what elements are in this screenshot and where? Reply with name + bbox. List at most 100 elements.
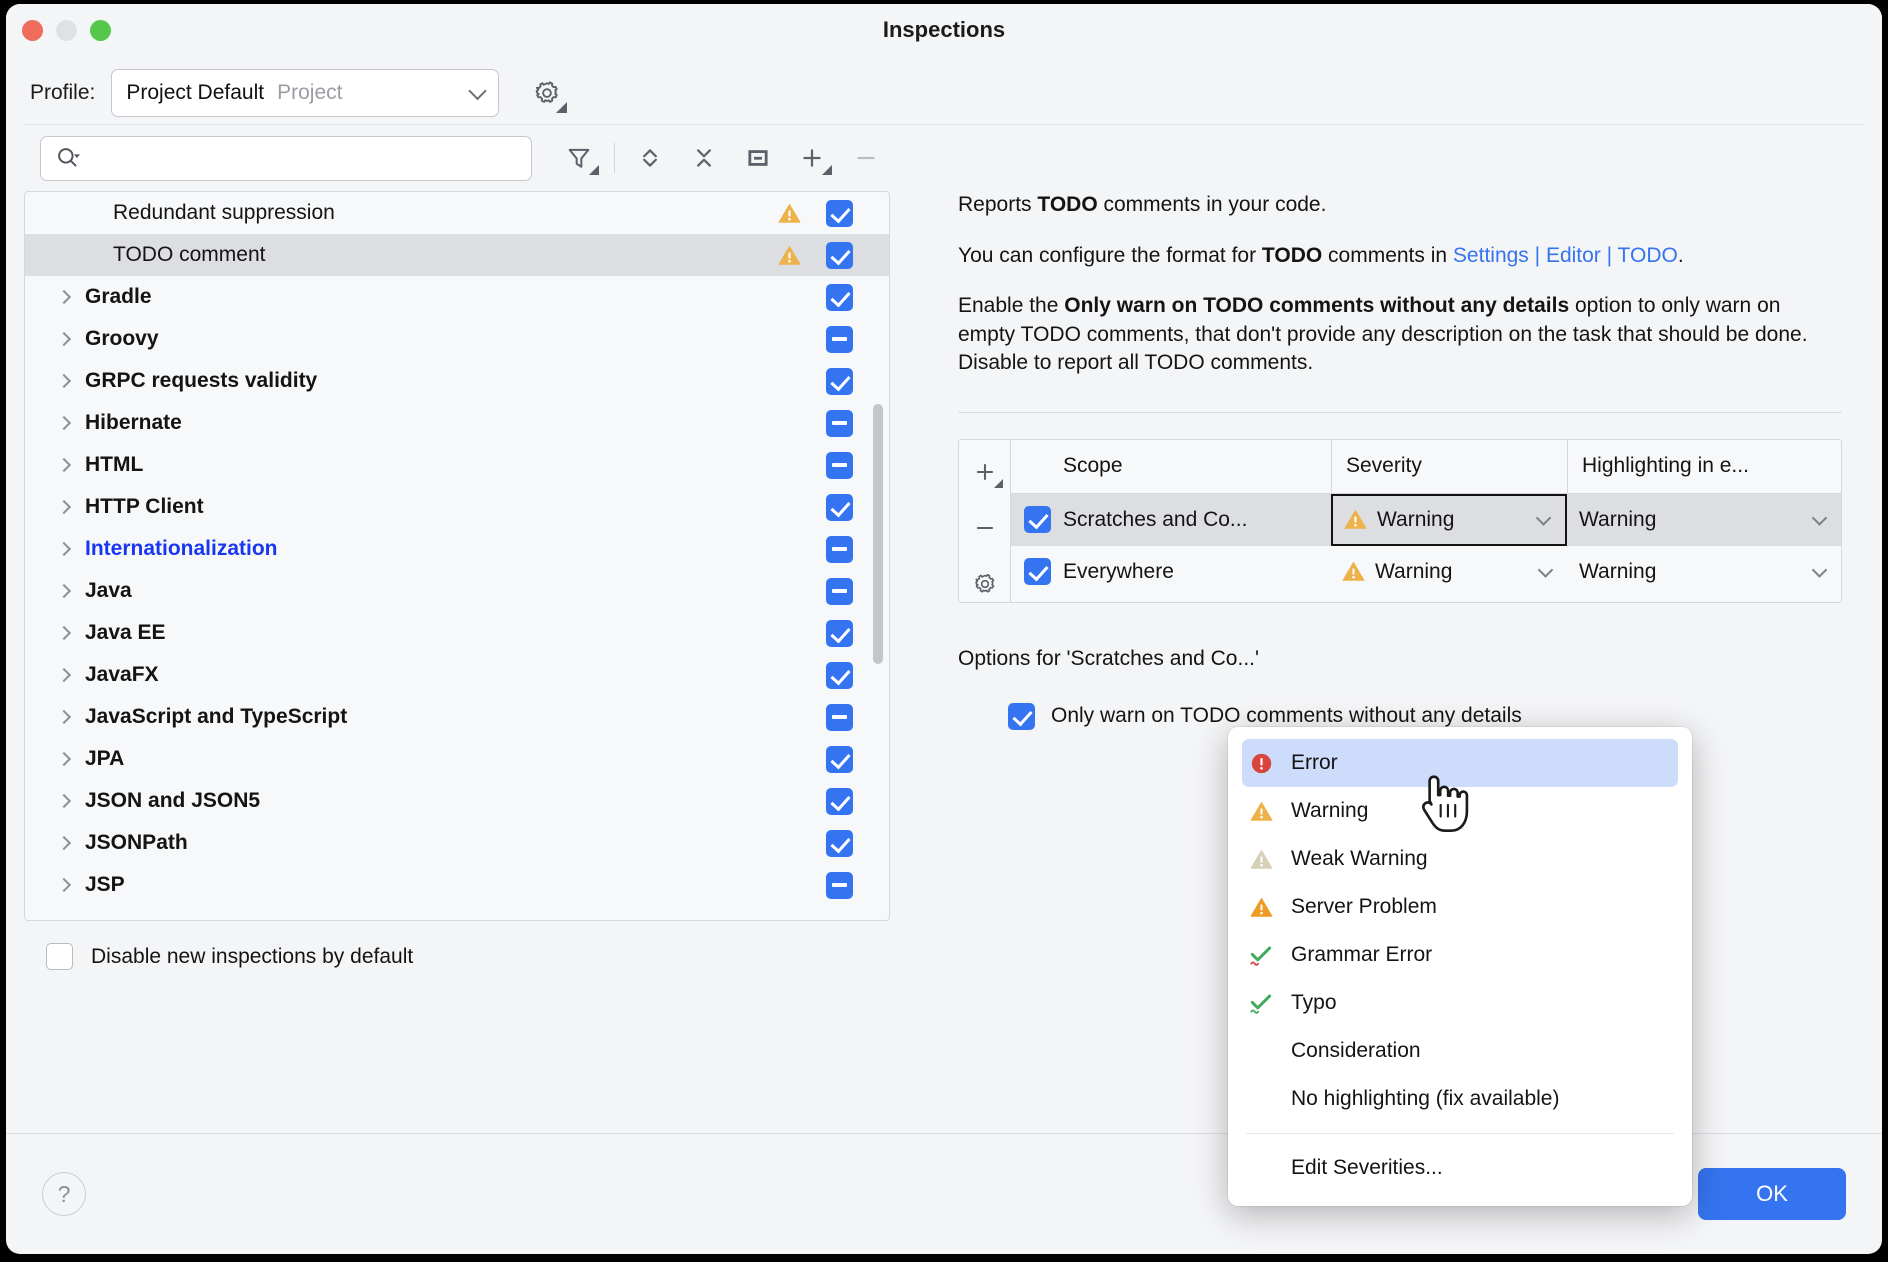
tree-expand-toggle[interactable] — [59, 796, 85, 806]
disable-new-inspections-checkbox[interactable] — [46, 943, 73, 970]
tree-item-checkbox[interactable] — [826, 494, 853, 521]
tree-row-checkbox-slot[interactable] — [817, 242, 861, 269]
tree-item-checkbox[interactable] — [826, 452, 853, 479]
tree-expand-toggle[interactable] — [59, 334, 85, 344]
tree-row[interactable]: JavaScript and TypeScript — [25, 696, 889, 738]
tree-expand-toggle[interactable] — [59, 376, 85, 386]
tree-expand-toggle[interactable] — [59, 292, 85, 302]
help-button[interactable]: ? — [42, 1172, 86, 1216]
menu-item-grammar-error[interactable]: Grammar Error — [1228, 931, 1692, 979]
tree-item-checkbox[interactable] — [826, 284, 853, 311]
tree-row[interactable]: Java — [25, 570, 889, 612]
tree-item-checkbox[interactable] — [826, 830, 853, 857]
scope-table-row[interactable]: EverywhereWarningWarning — [1011, 546, 1841, 598]
tree-row-checkbox-slot[interactable] — [817, 494, 861, 521]
tree-item-checkbox[interactable] — [826, 242, 853, 269]
ok-button[interactable]: OK — [1698, 1168, 1846, 1220]
tree-expand-toggle[interactable] — [59, 502, 85, 512]
tree-row-checkbox-slot[interactable] — [817, 326, 861, 353]
reset-to-empty-button[interactable] — [733, 135, 783, 181]
scope-settings-button[interactable] — [967, 566, 1003, 602]
inspections-tree[interactable]: Redundant suppressionTODO commentGradleG… — [24, 191, 890, 921]
tree-row[interactable]: HTTP Client — [25, 486, 889, 528]
tree-expand-toggle[interactable] — [59, 670, 85, 680]
remove-scope-row-button[interactable] — [967, 510, 1003, 546]
tree-expand-toggle[interactable] — [59, 418, 85, 428]
tree-scrollbar[interactable] — [873, 404, 883, 664]
tree-expand-toggle[interactable] — [59, 628, 85, 638]
tree-item-checkbox[interactable] — [826, 368, 853, 395]
scope-row-checkbox[interactable] — [1024, 506, 1051, 533]
tree-item-checkbox[interactable] — [826, 578, 853, 605]
tree-item-checkbox[interactable] — [826, 746, 853, 773]
expand-all-button[interactable] — [625, 135, 675, 181]
profile-select[interactable]: Project Default Project — [111, 69, 499, 117]
tree-expand-toggle[interactable] — [59, 838, 85, 848]
scope-row-checkbox[interactable] — [1024, 558, 1051, 585]
severity-dropdown-menu[interactable]: ErrorWarningWeak WarningServer ProblemGr… — [1228, 727, 1692, 1206]
tree-row-checkbox-slot[interactable] — [817, 662, 861, 689]
tree-item-checkbox[interactable] — [826, 536, 853, 563]
tree-row-checkbox-slot[interactable] — [817, 788, 861, 815]
tree-expand-toggle[interactable] — [59, 754, 85, 764]
tree-row-checkbox-slot[interactable] — [817, 452, 861, 479]
tree-row[interactable]: JPA — [25, 738, 889, 780]
tree-expand-toggle[interactable] — [59, 586, 85, 596]
only-warn-checkbox[interactable] — [1008, 703, 1035, 730]
scope-row-checkbox-cell[interactable] — [1011, 506, 1063, 533]
tree-item-checkbox[interactable] — [826, 704, 853, 731]
tree-expand-toggle[interactable] — [59, 712, 85, 722]
menu-item-warning[interactable]: Warning — [1228, 787, 1692, 835]
severity-select[interactable]: Warning — [1331, 546, 1567, 598]
highlighting-select[interactable]: Warning — [1567, 546, 1841, 598]
tree-item-checkbox[interactable] — [826, 200, 853, 227]
filter-button[interactable] — [554, 135, 604, 181]
tree-row[interactable]: Redundant suppression — [25, 192, 889, 234]
profile-settings-button[interactable] — [525, 71, 569, 115]
tree-row[interactable]: JSP — [25, 864, 889, 906]
tree-item-checkbox[interactable] — [826, 410, 853, 437]
tree-row[interactable]: HTML — [25, 444, 889, 486]
tree-row[interactable]: Java EE — [25, 612, 889, 654]
tree-row[interactable]: JSONPath — [25, 822, 889, 864]
menu-item-consideration[interactable]: Consideration — [1228, 1027, 1692, 1075]
tree-row-checkbox-slot[interactable] — [817, 200, 861, 227]
tree-row[interactable]: TODO comment — [25, 234, 889, 276]
tree-row-checkbox-slot[interactable] — [817, 830, 861, 857]
tree-expand-toggle[interactable] — [59, 544, 85, 554]
tree-row-checkbox-slot[interactable] — [817, 578, 861, 605]
tree-row[interactable]: Hibernate — [25, 402, 889, 444]
tree-item-checkbox[interactable] — [826, 326, 853, 353]
tree-item-checkbox[interactable] — [826, 872, 853, 899]
remove-button[interactable] — [841, 135, 891, 181]
tree-expand-toggle[interactable] — [59, 460, 85, 470]
tree-row-checkbox-slot[interactable] — [817, 368, 861, 395]
editor-link[interactable]: Editor — [1546, 244, 1601, 267]
tree-row-checkbox-slot[interactable] — [817, 410, 861, 437]
tree-item-checkbox[interactable] — [826, 788, 853, 815]
tree-expand-toggle[interactable] — [59, 880, 85, 890]
severity-select[interactable]: Warning — [1331, 494, 1567, 546]
tree-row-checkbox-slot[interactable] — [817, 284, 861, 311]
tree-row[interactable]: JavaFX — [25, 654, 889, 696]
add-scope-button[interactable] — [787, 135, 837, 181]
settings-link[interactable]: Settings — [1453, 244, 1529, 267]
tree-row[interactable]: Gradle — [25, 276, 889, 318]
scope-row-checkbox-cell[interactable] — [1011, 558, 1063, 585]
tree-row[interactable]: GRPC requests validity — [25, 360, 889, 402]
menu-item-edit-severities[interactable]: Edit Severities... — [1228, 1144, 1692, 1192]
menu-item-weak-warning[interactable]: Weak Warning — [1228, 835, 1692, 883]
menu-item-no-highlighting-fix-available[interactable]: No highlighting (fix available) — [1228, 1075, 1692, 1123]
tree-row[interactable]: JSON and JSON5 — [25, 780, 889, 822]
tree-row-checkbox-slot[interactable] — [817, 620, 861, 647]
tree-row-checkbox-slot[interactable] — [817, 704, 861, 731]
collapse-all-button[interactable] — [679, 135, 729, 181]
tree-row[interactable]: Groovy — [25, 318, 889, 360]
tree-row-checkbox-slot[interactable] — [817, 746, 861, 773]
tree-row-checkbox-slot[interactable] — [817, 536, 861, 563]
tree-row-checkbox-slot[interactable] — [817, 872, 861, 899]
tree-item-checkbox[interactable] — [826, 620, 853, 647]
highlighting-select[interactable]: Warning — [1567, 494, 1841, 546]
only-warn-option-row[interactable]: Only warn on TODO comments without any d… — [1008, 703, 1842, 730]
menu-item-typo[interactable]: Typo — [1228, 979, 1692, 1027]
